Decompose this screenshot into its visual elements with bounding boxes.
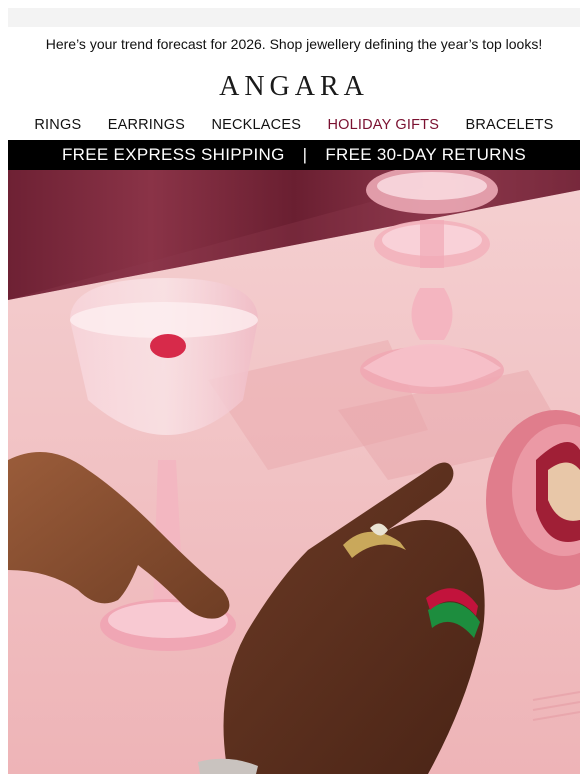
nav-item-holiday-gifts[interactable]: HOLIDAY GIFTS <box>327 117 439 133</box>
category-nav: RINGS EARRINGS NECKLACES HOLIDAY GIFTS B… <box>8 114 580 136</box>
hero-image[interactable] <box>8 170 580 774</box>
banner-separator: | <box>302 145 308 164</box>
email-body: Here’s your trend forecast for 2026. Sho… <box>8 8 580 774</box>
hero-illustration <box>8 170 580 774</box>
brand-logo[interactable]: ANGARA <box>8 71 580 103</box>
shipping-returns-banner[interactable]: FREE EXPRESS SHIPPING | FREE 30-DAY RETU… <box>8 140 580 170</box>
free-shipping-text: FREE EXPRESS SHIPPING <box>62 145 285 164</box>
nav-item-necklaces[interactable]: NECKLACES <box>211 117 301 133</box>
raspberry-garnish <box>150 334 186 358</box>
preheader-bar <box>8 8 580 27</box>
nav-item-rings[interactable]: RINGS <box>34 117 81 133</box>
nav-item-earrings[interactable]: EARRINGS <box>108 117 185 133</box>
free-returns-text: FREE 30-DAY RETURNS <box>325 145 526 164</box>
preheader-text: Here’s your trend forecast for 2026. Sho… <box>45 36 543 52</box>
nav-item-bracelets[interactable]: BRACELETS <box>466 117 554 133</box>
